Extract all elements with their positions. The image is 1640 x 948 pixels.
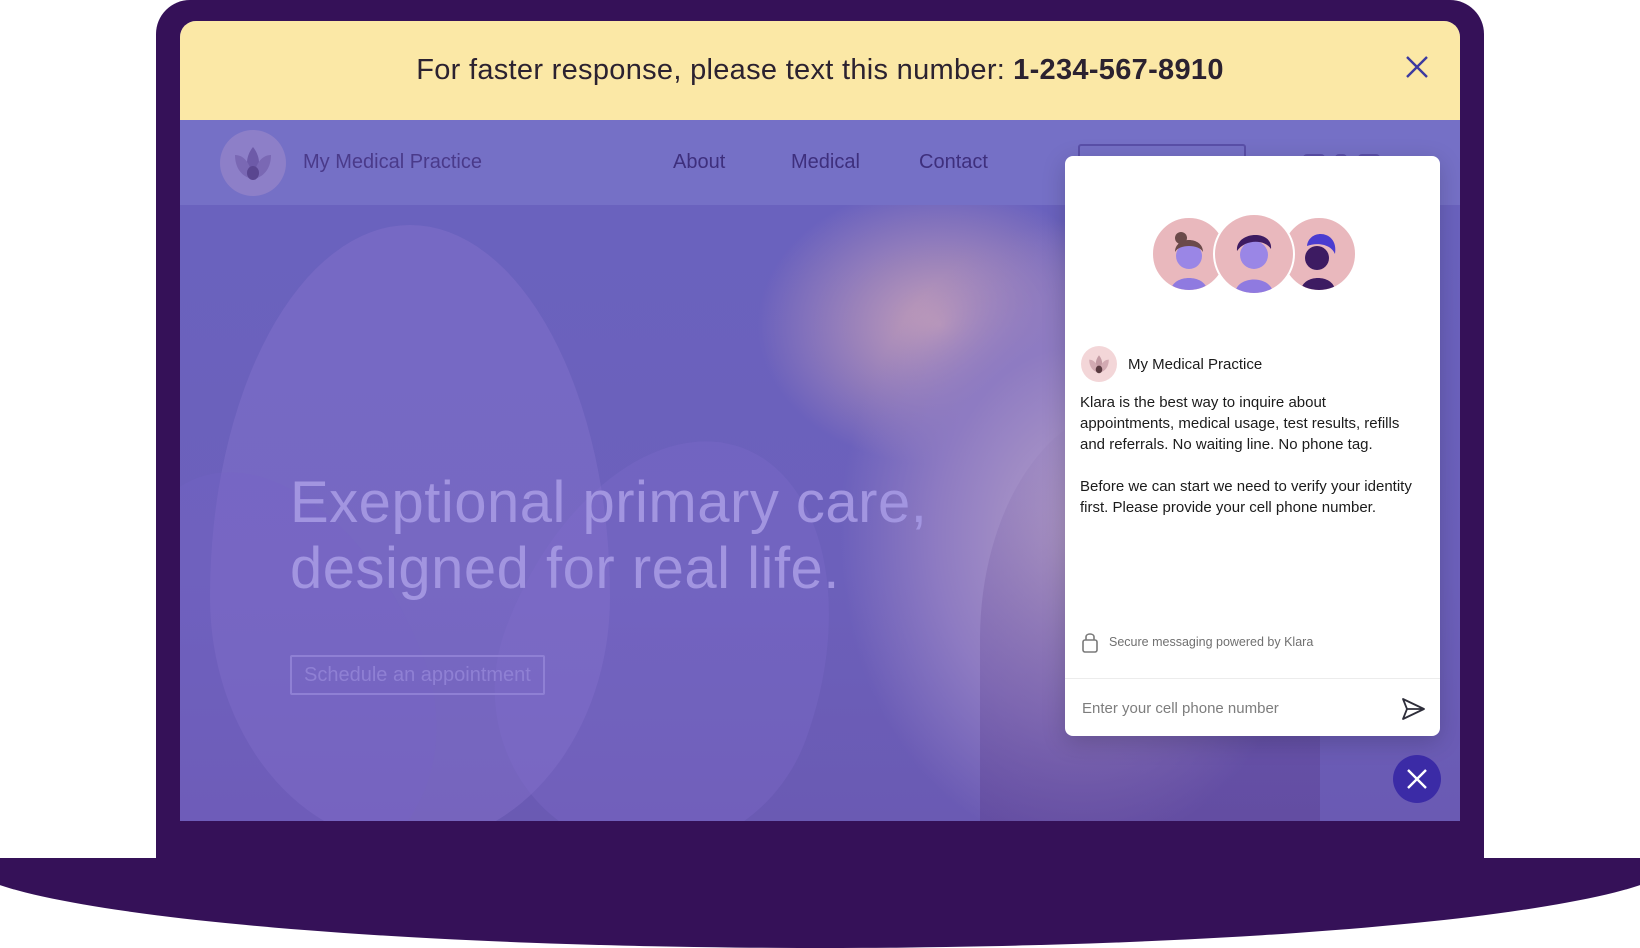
banner-close-icon[interactable]	[1404, 54, 1430, 80]
send-icon[interactable]	[1400, 696, 1426, 722]
brand-name[interactable]: My Medical Practice	[303, 151, 482, 174]
klara-chat-widget: My Medical Practice Klara is the best wa…	[1065, 156, 1440, 736]
banner-text: For faster response, please text this nu…	[416, 54, 1224, 87]
chat-close-button[interactable]	[1393, 755, 1441, 803]
close-icon	[1407, 769, 1427, 789]
avatar-man-icon	[1213, 213, 1295, 295]
nav-link-about[interactable]: About	[673, 151, 725, 174]
message-sender: My Medical Practice	[1081, 346, 1262, 382]
secure-messaging-note: Secure messaging powered by Klara	[1081, 631, 1313, 653]
input-divider	[1065, 678, 1440, 679]
schedule-appointment-button[interactable]: Schedule an appointment	[290, 655, 545, 695]
lock-icon	[1082, 633, 1098, 653]
hero-title-line2: designed for real life.	[290, 536, 840, 601]
lotus-logo-icon[interactable]	[220, 130, 286, 196]
chat-message-intro: Klara is the best way to inquire about a…	[1080, 394, 1400, 453]
staff-avatars	[1151, 213, 1357, 295]
cell-phone-input[interactable]	[1080, 690, 1384, 726]
hero-title-line1: Exeptional primary care,	[290, 470, 928, 535]
hero-title: Exeptional primary care, designed for re…	[290, 470, 927, 602]
sender-name: My Medical Practice	[1128, 355, 1263, 373]
laptop-base	[0, 858, 1640, 948]
secure-text: Secure messaging powered by Klara	[1109, 635, 1314, 649]
banner-phone[interactable]: 1-234-567-8910	[1013, 54, 1224, 86]
nav-link-contact[interactable]: Contact	[919, 151, 988, 174]
website-screen: For faster response, please text this nu…	[180, 21, 1460, 821]
banner-message: For faster response, please text this nu…	[416, 54, 1006, 86]
chat-message-verify: Before we can start we need to verify yo…	[1080, 478, 1412, 516]
sender-lotus-icon	[1081, 346, 1117, 382]
sms-banner: For faster response, please text this nu…	[180, 21, 1460, 120]
nav-link-medical[interactable]: Medical	[791, 151, 860, 174]
